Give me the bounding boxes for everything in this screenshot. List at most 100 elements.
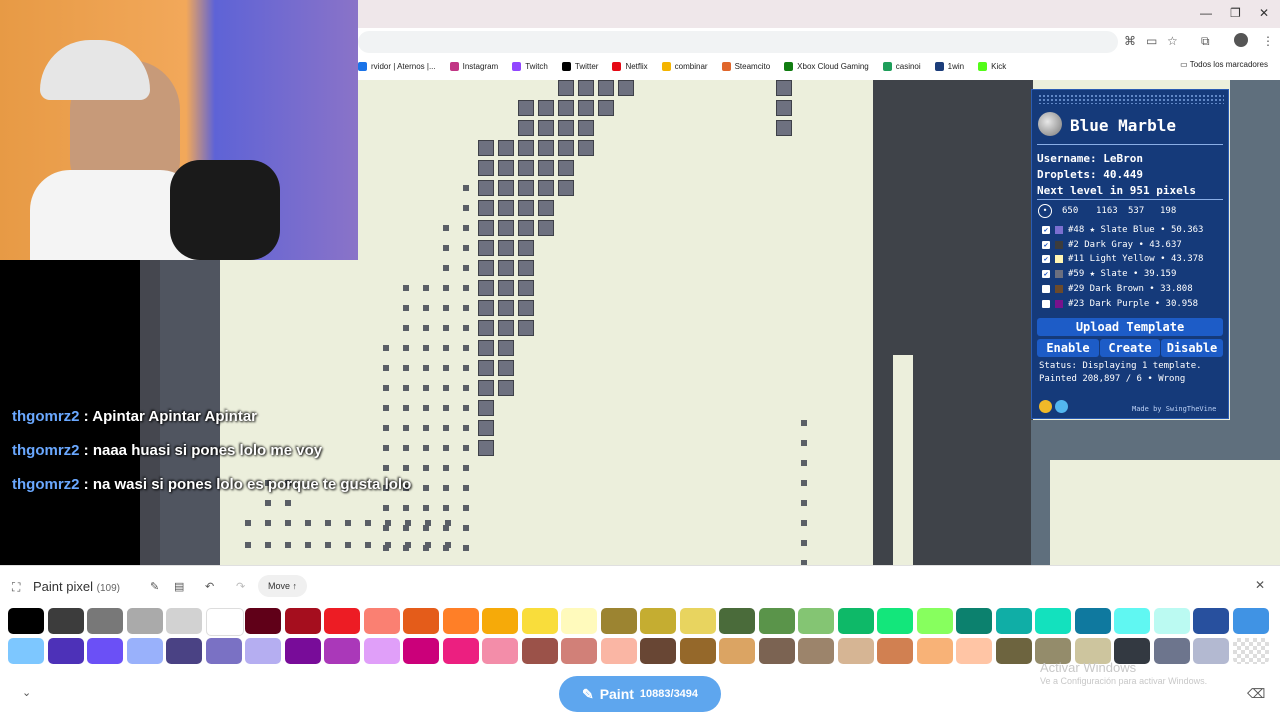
palette-color[interactable] [679, 608, 716, 634]
palette-color[interactable] [363, 638, 400, 664]
coord-input[interactable]: 537 [1128, 206, 1154, 216]
palette-color[interactable] [1153, 638, 1190, 664]
palette-color[interactable] [956, 608, 992, 634]
menu-icon[interactable]: ⋮ [1262, 34, 1274, 48]
palette-color[interactable] [640, 608, 676, 634]
bookmark-item[interactable]: combinar [661, 61, 708, 71]
move-button[interactable]: Move ↑ [258, 575, 308, 597]
palette-color[interactable] [916, 608, 953, 634]
bookmark-item[interactable]: Twitter [561, 61, 598, 71]
eraser-icon[interactable]: ⌫ [1247, 686, 1265, 702]
palette-color[interactable] [403, 608, 439, 634]
disable-button[interactable]: Disable [1161, 339, 1223, 357]
save-icon[interactable]: ▤ [174, 580, 184, 593]
palette-color[interactable] [442, 638, 479, 664]
enable-button[interactable]: Enable [1037, 339, 1099, 357]
palette-color[interactable] [995, 608, 1032, 634]
palette-color[interactable] [798, 638, 834, 664]
palette-color[interactable] [126, 608, 163, 634]
palette-color[interactable] [442, 608, 479, 634]
palette-color[interactable] [8, 608, 44, 634]
create-button[interactable]: Create [1100, 339, 1160, 357]
palette-color[interactable] [877, 638, 913, 664]
palette-color[interactable] [126, 638, 163, 664]
palette-color[interactable] [521, 638, 558, 664]
palette-color[interactable] [284, 608, 321, 634]
drag-handle[interactable] [1038, 94, 1224, 104]
palette-color[interactable] [561, 638, 597, 664]
checkbox[interactable]: ✔ [1042, 255, 1050, 264]
address-bar[interactable] [358, 31, 1118, 53]
palette-color[interactable] [166, 638, 202, 664]
checkbox[interactable]: ✔ [1042, 226, 1050, 234]
palette-color[interactable] [1193, 638, 1229, 664]
palette-color[interactable] [1035, 608, 1071, 634]
palette-color[interactable] [1232, 638, 1269, 664]
palette-color[interactable] [956, 638, 992, 664]
star-icon[interactable]: ☆ [1167, 34, 1178, 48]
coord-input[interactable]: 1163 [1096, 206, 1122, 216]
palette-color[interactable] [640, 638, 676, 664]
palette-color[interactable] [995, 638, 1032, 664]
palette-color[interactable] [403, 638, 439, 664]
restore-icon[interactable]: ❐ [1230, 6, 1241, 20]
close-icon[interactable]: ✕ [1255, 578, 1265, 592]
globe-icon[interactable] [1055, 400, 1068, 413]
palette-color[interactable] [837, 638, 874, 664]
palette-color[interactable] [719, 608, 755, 634]
palette-color[interactable] [324, 608, 360, 634]
palette-color[interactable] [205, 608, 244, 636]
bookmark-item[interactable]: Twitch [512, 61, 548, 71]
checkbox[interactable]: ✔ [1042, 240, 1050, 249]
palette-color[interactable] [47, 608, 84, 634]
all-bookmarks[interactable]: ▭ Todos los marcadores [1180, 60, 1268, 69]
palette-color[interactable] [245, 638, 281, 664]
checkbox[interactable] [1042, 299, 1050, 308]
minimize-icon[interactable]: — [1200, 6, 1212, 20]
palette-color[interactable] [877, 608, 913, 634]
palette-color[interactable] [679, 638, 716, 664]
bookmark-item[interactable]: Kick [978, 61, 1006, 71]
chevron-down-icon[interactable]: ⌄ [22, 686, 31, 699]
paint-button[interactable]: ✎ Paint 10883/3494 [559, 676, 721, 712]
upload-template-button[interactable]: Upload Template [1037, 318, 1223, 336]
palette-color[interactable] [1232, 608, 1269, 634]
palette-color[interactable] [205, 638, 242, 664]
palette-color[interactable] [798, 608, 834, 634]
checkbox[interactable]: ✔ [1042, 270, 1050, 279]
template-color-row[interactable]: ✔ #59 ★ Slate • 39.159 [1042, 269, 1176, 279]
palette-color[interactable] [600, 608, 637, 634]
fullscreen-icon[interactable]: ⛶ [12, 580, 20, 595]
palette-color[interactable] [166, 608, 202, 634]
extensions-icon[interactable]: ⧉ [1201, 34, 1210, 49]
bookmark-item[interactable]: Xbox Cloud Gaming [784, 61, 869, 71]
palette-color[interactable] [521, 608, 558, 634]
checkbox[interactable] [1042, 284, 1050, 293]
palette-color[interactable] [719, 638, 755, 664]
template-color-row[interactable]: ✔ #11 Light Yellow • 43.378 [1042, 254, 1203, 264]
palette-color[interactable] [600, 638, 637, 664]
palette-color[interactable] [8, 638, 44, 664]
coord-input[interactable]: 650 [1062, 206, 1090, 216]
pin-icon[interactable]: • [1038, 204, 1052, 218]
palette-color[interactable] [363, 608, 400, 634]
palette-color[interactable] [324, 638, 360, 664]
translate-icon[interactable]: ⌘ [1124, 34, 1136, 48]
palette-color[interactable] [758, 608, 795, 634]
palette-color[interactable] [561, 608, 597, 634]
template-color-row[interactable]: ✔ #48 ★ Slate Blue • 50.363 [1042, 225, 1203, 235]
palette-color[interactable] [245, 608, 281, 634]
cast-icon[interactable]: ▭ [1146, 34, 1157, 48]
bookmark-item[interactable]: rvidor | Aternos |... [358, 61, 436, 71]
palette-color[interactable] [1193, 608, 1229, 634]
palette-color[interactable] [87, 638, 123, 664]
palette-color[interactable] [87, 608, 123, 634]
pencil-icon[interactable]: ✎ [150, 580, 159, 593]
bookmark-item[interactable]: Netflix [612, 61, 648, 71]
kofi-icon[interactable] [1039, 400, 1052, 413]
template-color-row[interactable]: #23 Dark Purple • 30.958 [1042, 299, 1198, 309]
template-color-row[interactable]: #29 Dark Brown • 33.808 [1042, 284, 1193, 294]
profile-avatar[interactable] [1234, 33, 1248, 47]
palette-color[interactable] [1153, 608, 1190, 634]
redo-icon[interactable]: ↷ [236, 580, 245, 593]
